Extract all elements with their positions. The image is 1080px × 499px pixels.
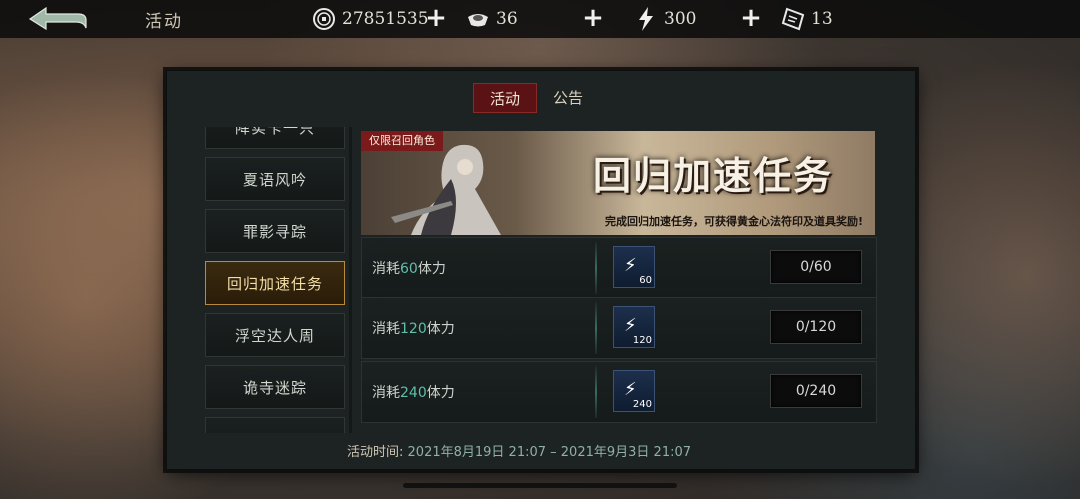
- task-progress: 0/240: [770, 374, 862, 408]
- tab-activity[interactable]: 活动: [473, 83, 537, 113]
- page-title: 活动: [145, 12, 183, 32]
- task-row: 消耗240体力 ⚡ 240 0/240: [361, 361, 877, 423]
- stamina-reward-item[interactable]: ⚡ 120: [613, 306, 655, 348]
- stamina-bolt-icon: ⚡: [624, 255, 637, 276]
- time-label: 活动时间:: [347, 445, 404, 460]
- stamina-value: 300: [664, 9, 697, 29]
- tab-announcement[interactable]: 公告: [537, 83, 599, 111]
- ingot-resource: 36: [466, 6, 518, 32]
- ticket-value: 13: [811, 9, 833, 29]
- list-divider: [349, 127, 352, 433]
- stamina-reward-item[interactable]: ⚡ 240: [613, 370, 655, 412]
- add-stamina-button[interactable]: +: [738, 5, 764, 31]
- ticket-resource: 13: [781, 6, 833, 32]
- coin-value: 27851535: [342, 9, 429, 29]
- activity-time: 活动时间: 2021年8月19日 21:07 – 2021年9月3日 21:07: [347, 441, 691, 460]
- sidebar-item-partial-top[interactable]: 降实卡一只: [205, 127, 345, 149]
- task-progress: 0/120: [770, 310, 862, 344]
- sidebar-item-floating-week[interactable]: 浮空达人周: [205, 313, 345, 357]
- sidebar-item-shadow-trace[interactable]: 罪影寻踪: [205, 209, 345, 253]
- coin-resource: 27851535: [312, 6, 429, 32]
- banner-subtitle: 完成回归加速任务，可获得黄金心法符印及道具奖励!: [604, 215, 863, 228]
- banner-title: 回归加速任务: [593, 153, 834, 198]
- stamina-reward-item[interactable]: ⚡ 60: [613, 246, 655, 288]
- home-indicator[interactable]: [403, 483, 677, 488]
- stamina-resource: 300: [634, 6, 696, 32]
- ticket-icon: [781, 7, 805, 31]
- stamina-bolt-icon: ⚡: [624, 379, 637, 400]
- stamina-bolt-icon: [634, 7, 658, 31]
- reward-count: 120: [632, 335, 652, 346]
- activity-list[interactable]: 降实卡一只 夏语风吟 罪影寻踪 回归加速任务 浮空达人周 诡寺迷踪: [203, 127, 349, 433]
- reward-count: 60: [639, 275, 652, 286]
- sidebar-item-summer[interactable]: 夏语风吟: [205, 157, 345, 201]
- task-row: 消耗120体力 ⚡ 120 0/120: [361, 297, 877, 359]
- task-divider: [595, 242, 597, 294]
- warrior-illustration: [391, 144, 501, 235]
- task-label: 消耗240体力: [372, 385, 455, 401]
- time-value: 2021年8月19日 21:07 – 2021年9月3日 21:07: [407, 445, 692, 460]
- reward-count: 240: [632, 399, 652, 410]
- tab-bar: 活动 公告: [473, 83, 599, 113]
- ingot-icon: [466, 7, 490, 31]
- stamina-bolt-icon: ⚡: [624, 315, 637, 336]
- task-progress: 0/60: [770, 250, 862, 284]
- task-divider: [595, 302, 597, 354]
- task-label: 消耗120体力: [372, 321, 455, 337]
- ingot-value: 36: [496, 9, 518, 29]
- sidebar-item-return-quest[interactable]: 回归加速任务: [205, 261, 345, 305]
- sidebar-item-partial-bottom[interactable]: [205, 417, 345, 433]
- task-divider: [595, 366, 597, 418]
- coin-icon: [312, 7, 336, 31]
- activity-panel: 活动 公告 降实卡一只 夏语风吟 罪影寻踪 回归加速任务 浮空达人周 诡寺迷踪 …: [166, 70, 916, 470]
- add-ingot-button[interactable]: +: [580, 5, 606, 31]
- task-row: 消耗60体力 ⚡ 60 0/60: [361, 237, 877, 299]
- task-label: 消耗60体力: [372, 261, 446, 277]
- back-arrow-icon[interactable]: [26, 6, 88, 32]
- sidebar-item-temple-mystery[interactable]: 诡寺迷踪: [205, 365, 345, 409]
- recall-only-tag: 仅限召回角色: [361, 131, 443, 151]
- event-banner: 仅限召回角色 回归加速任务 完成回归加速任务，可获得黄金心法符印及道具奖励!: [361, 131, 875, 235]
- add-coin-button[interactable]: +: [423, 5, 449, 31]
- top-bar: 活动 27851535 + 36 + 300 + 13: [0, 0, 1080, 38]
